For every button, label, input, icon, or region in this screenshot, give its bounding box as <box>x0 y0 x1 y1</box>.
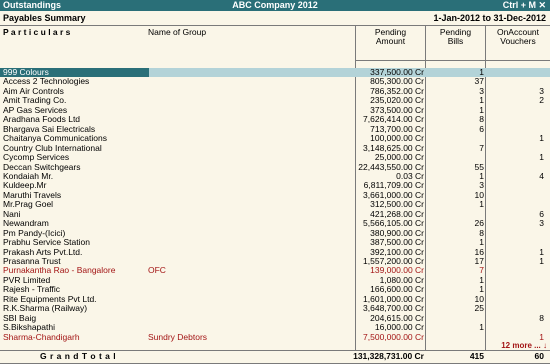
pending-amount: 7,500,000.00 Cr <box>363 331 424 342</box>
pending-bills: 25 <box>474 303 484 314</box>
ledger-row[interactable]: Maruthi Travels 3,661,000.00 Cr 10 <box>0 190 550 200</box>
header-amount-line2: Amount <box>375 36 406 46</box>
title-bar: Outstandings ABC Company 2012 Ctrl + M ✕ <box>0 0 550 11</box>
header-divider <box>355 60 550 61</box>
pending-bills: 7 <box>479 142 484 153</box>
ledger-row[interactable]: PVR Limited 1,080.00 Cr 1 <box>0 275 550 285</box>
ledger-row[interactable]: Amit Trading Co. 235,020.00 Cr 1 2 <box>0 95 550 106</box>
ledger-row[interactable]: R.K.Sharma (Railway) 3,648,700.00 Cr 25 <box>0 303 550 314</box>
ledger-row[interactable]: Country Club International 3,148,625.00 C… <box>0 142 550 153</box>
onaccount-vouchers: 8 <box>539 312 544 323</box>
onaccount-vouchers: 4 <box>539 170 544 181</box>
onaccount-vouchers: 1 <box>539 133 544 144</box>
ledger-row[interactable]: Access 2 Technologies 805,300.00 Cr 37 <box>0 77 550 87</box>
header-vouchers-line2: Vouchers <box>500 36 536 46</box>
ledger-row[interactable]: Newandram 5,566,105.00 Cr 26 3 <box>0 218 550 229</box>
ledger-row[interactable]: SBI Baig 204,615.00 Cr 8 <box>0 312 550 323</box>
header-amount: Pending Amount <box>356 28 425 46</box>
header-bills: Pending Bills <box>426 28 485 46</box>
ledger-row[interactable]: Cycomp Services 25,000.00 Cr 1 <box>0 152 550 163</box>
ledger-row[interactable]: Nani 421,268.00 Cr 6 <box>0 209 550 219</box>
ledger-name: Sharma-Chandigarh <box>3 331 80 342</box>
company-name: ABC Company 2012 <box>232 0 318 10</box>
pending-bills: 1 <box>479 199 484 210</box>
window-controls[interactable]: Ctrl + M ✕ <box>503 0 546 11</box>
grand-total-vouchers: 60 <box>534 351 544 361</box>
group-name: Sundry Debtors <box>148 331 208 342</box>
more-indicator[interactable]: 12 more ... ↓ <box>501 341 547 350</box>
ledger-row[interactable]: Prabhu Service Station 387,500.00 Cr 1 <box>0 237 550 247</box>
onaccount-vouchers: 3 <box>539 218 544 229</box>
report-grid: P a r t i c u l a r s Name of Group Pend… <box>0 26 550 364</box>
report-period[interactable]: 1-Jan-2012 to 31-Dec-2012 <box>433 12 546 24</box>
report-title: Payables Summary <box>3 13 86 23</box>
header-group: Name of Group <box>148 27 207 37</box>
grand-total-bills: 415 <box>469 351 484 361</box>
grand-total-label: G r a n d T o t a l <box>40 351 117 361</box>
ledger-row[interactable]: Prakash Arts Pvt.Ltd. 392,100.00 Cr 16 1 <box>0 247 550 257</box>
pending-bills: 1 <box>479 322 484 333</box>
ledger-row[interactable]: Purnakantha Rao - Bangalore OFC 139,000.00… <box>0 265 550 276</box>
onaccount-vouchers: 1 <box>539 152 544 163</box>
onaccount-vouchers: 1 <box>539 256 544 266</box>
ledger-row[interactable]: Mr.Prag Goel 312,500.00 Cr 1 <box>0 199 550 210</box>
header-particulars: P a r t i c u l a r s <box>3 27 71 37</box>
ledger-row[interactable]: S.Bikshapathi 16,000.00 Cr 1 <box>0 322 550 333</box>
ledger-row[interactable]: Kuldeep.Mr 6,811,709.00 Cr 3 <box>0 180 550 190</box>
ledger-row[interactable]: Deccan Switchgears 22,443,550.00 Cr 55 <box>0 162 550 172</box>
pending-bills: 6 <box>479 123 484 134</box>
ledger-row[interactable]: Aim Air Controls 786,352.00 Cr 3 3 <box>0 86 550 96</box>
ledger-row[interactable]: AP Gas Services 373,500.00 Cr 1 <box>0 105 550 115</box>
header-bills-line2: Bills <box>447 36 464 46</box>
onaccount-vouchers: 2 <box>539 95 544 106</box>
column-headers: P a r t i c u l a r s Name of Group Pend… <box>0 26 550 60</box>
ledger-row[interactable]: Kondaiah Mr. 0.03 Cr 1 4 <box>0 170 550 181</box>
grand-total-amount: 131,328,731.00 Cr <box>353 351 424 361</box>
group-name: OFC <box>148 265 166 276</box>
report-header: Payables Summary 1-Jan-2012 to 31-Dec-20… <box>0 11 550 26</box>
header-vouchers: OnAccount Vouchers <box>486 28 550 46</box>
ledger-row[interactable]: Sharma-Chandigarh Sundry Debtors 7,500,000… <box>0 331 550 342</box>
